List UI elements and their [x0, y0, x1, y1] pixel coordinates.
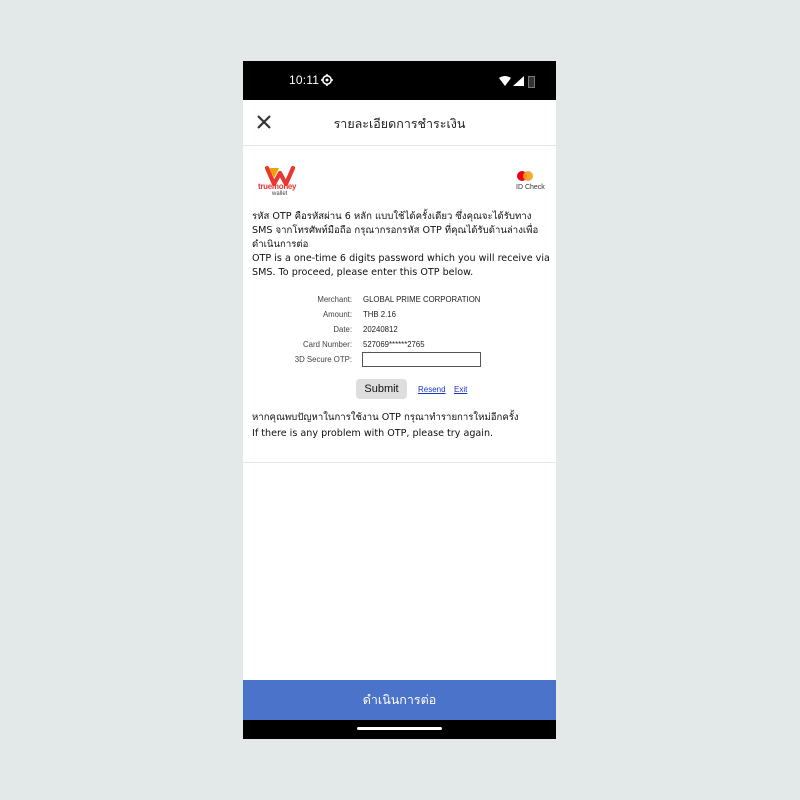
otp-label: 3D Secure OTP:: [294, 355, 352, 364]
amount-value: THB 2.16: [363, 310, 396, 319]
signal-icon: [513, 76, 524, 86]
otp-row: 3D Secure OTP:: [243, 352, 556, 368]
wallet-wordmark: wallet: [272, 191, 288, 197]
date-value: 20240812: [363, 325, 398, 334]
otp-input[interactable]: [362, 352, 481, 367]
status-bar: 10:11: [243, 61, 556, 100]
continue-button[interactable]: ดำเนินการต่อ: [243, 680, 556, 720]
truemoney-wordmark: truemoney: [258, 182, 297, 191]
card-number-row: Card Number: 527069******2765: [243, 339, 556, 353]
phone-screen: 10:11 รายละเอียดการชำระเงิน truemoney wa…: [243, 61, 556, 739]
exit-link[interactable]: Exit: [454, 385, 467, 394]
merchant-row: Merchant: GLOBAL PRIME CORPORATION: [243, 294, 556, 308]
settings-gear-icon: [321, 74, 333, 86]
navigation-bar: [243, 720, 556, 739]
amount-label: Amount:: [322, 310, 352, 319]
battery-icon: [528, 76, 535, 88]
date-row: Date: 20240812: [243, 324, 556, 338]
status-time: 10:11: [289, 73, 320, 87]
merchant-label: Merchant:: [317, 295, 352, 304]
content-divider: [243, 462, 556, 463]
help-text-english: If there is any problem with OTP, please…: [252, 428, 494, 439]
page-title: รายละเอียดการชำระเงิน: [333, 116, 466, 131]
id-check-label: ID Check: [516, 184, 545, 191]
mastercard-icon: [517, 171, 533, 181]
otp-instructions-english: OTP is a one-time 6 digits password whic…: [252, 253, 550, 278]
date-label: Date:: [333, 325, 352, 334]
merchant-value: GLOBAL PRIME CORPORATION: [363, 295, 481, 304]
resend-link[interactable]: Resend: [418, 385, 446, 394]
card-number-label: Card Number:: [303, 340, 352, 349]
page-header: รายละเอียดการชำระเงิน: [243, 100, 556, 146]
otp-instructions-thai: รหัส OTP คือรหัสผ่าน 6 หลัก แบบใช้ได้ครั…: [252, 211, 539, 250]
help-text-thai: หากคุณพบปัญหาในการใช้งาน OTP กรุณาทำรายก…: [252, 412, 519, 423]
wifi-icon: [499, 76, 511, 86]
amount-row: Amount: THB 2.16: [243, 309, 556, 323]
submit-button[interactable]: Submit: [356, 379, 407, 399]
otp-form: truemoney wallet ID Check รหัส OTP คือรห…: [243, 146, 556, 464]
card-number-value: 527069******2765: [363, 340, 425, 349]
home-indicator[interactable]: [357, 727, 442, 730]
